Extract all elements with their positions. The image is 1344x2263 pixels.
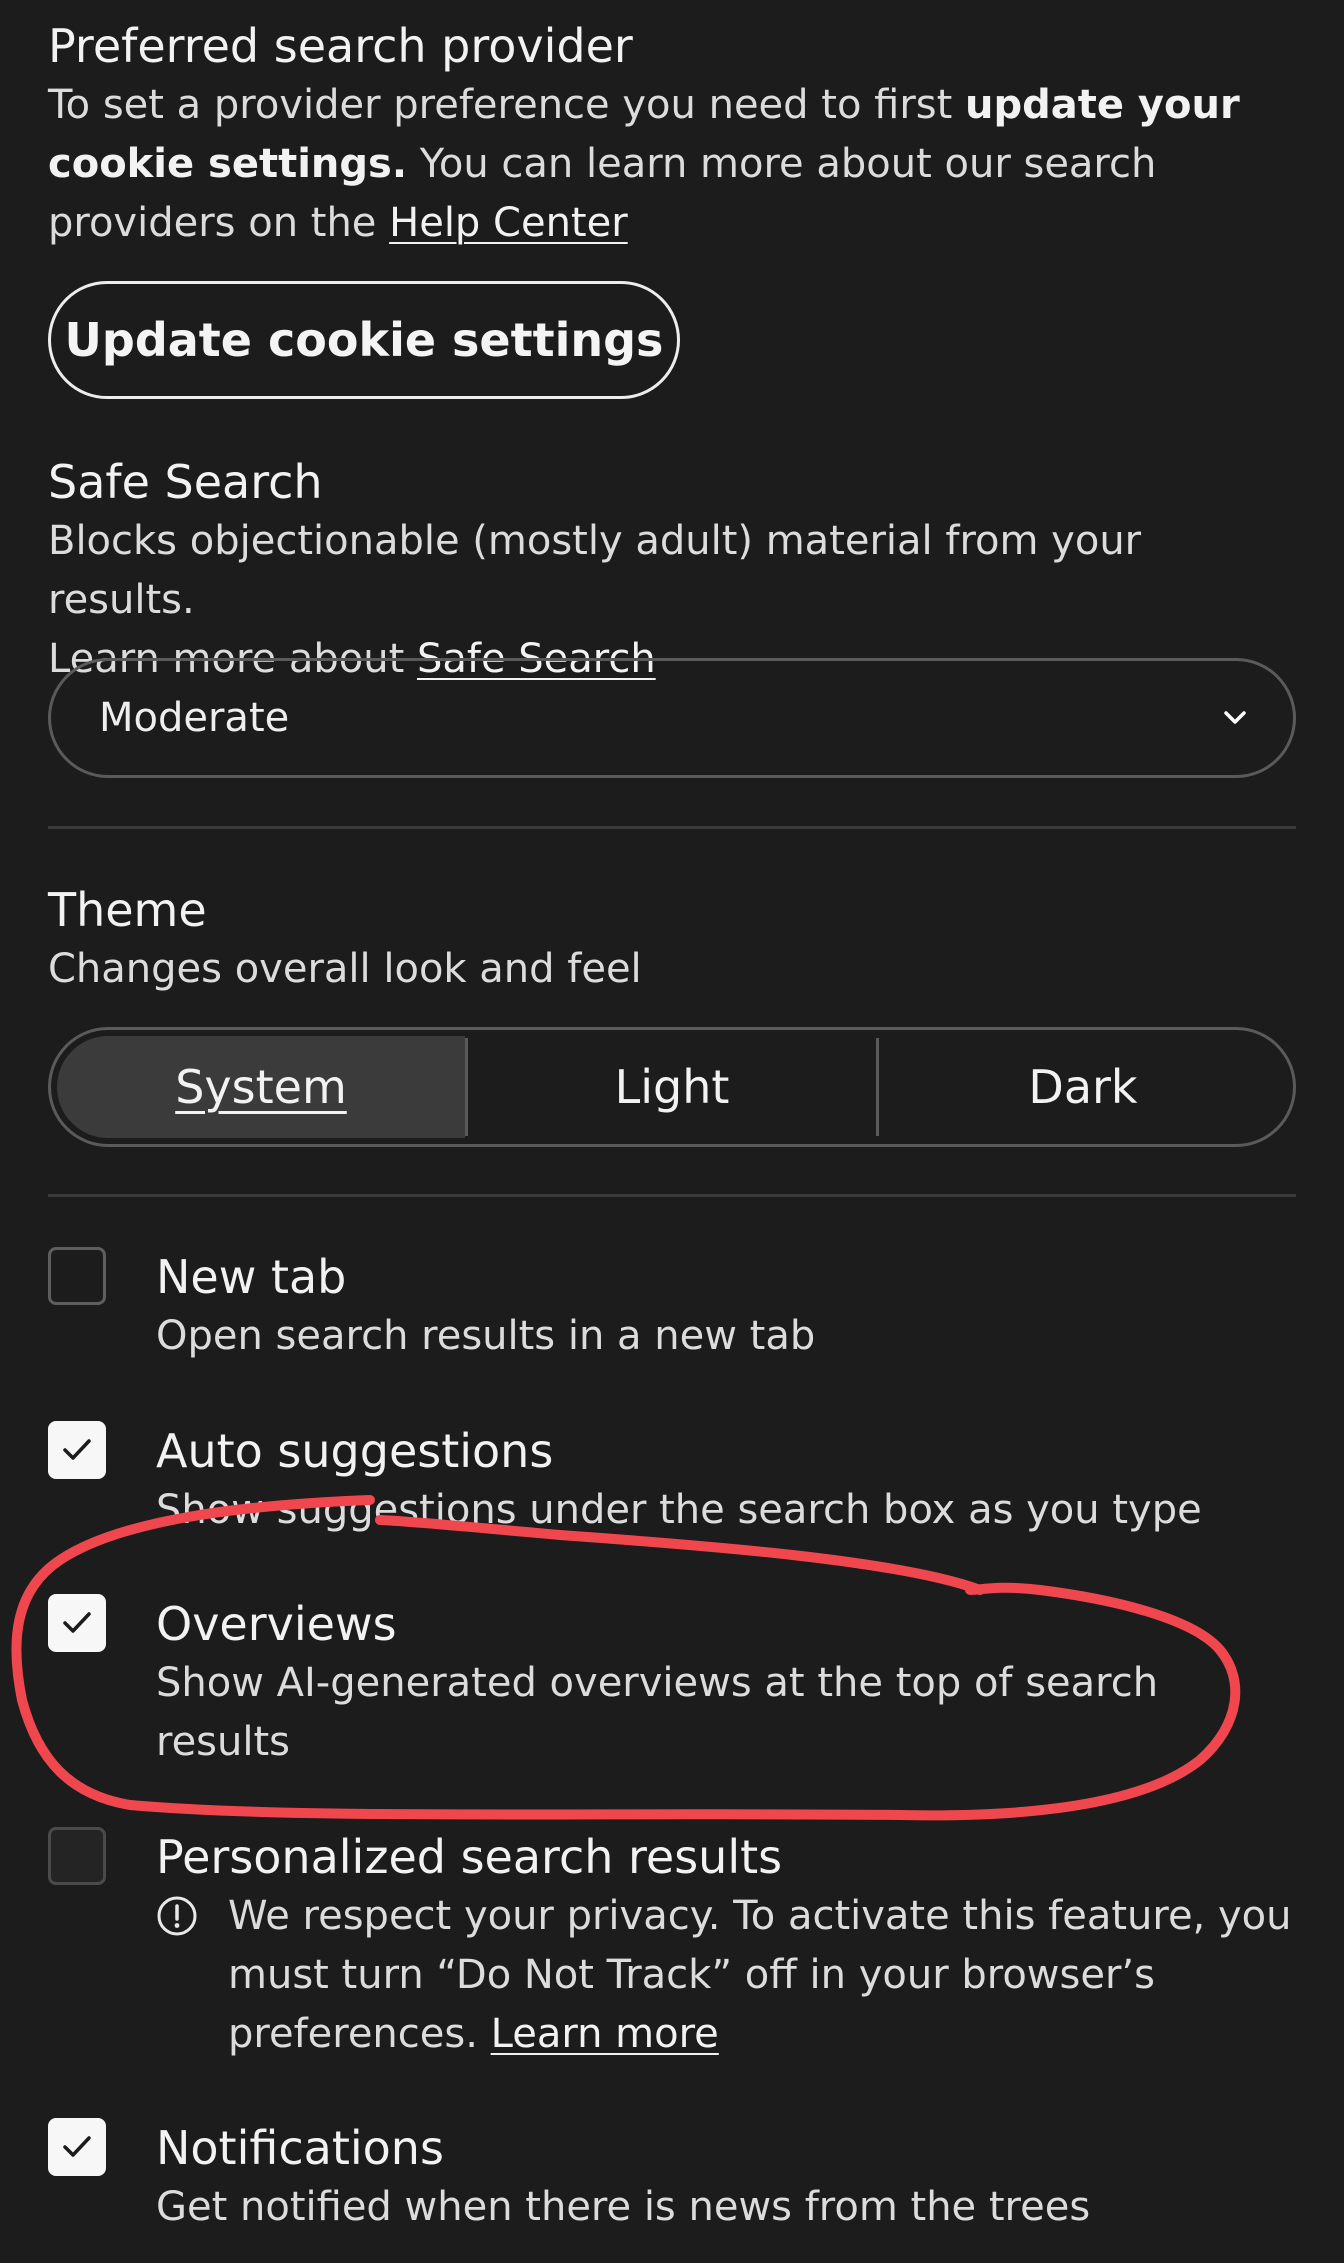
checkmark-icon [63,2136,91,2157]
info-circle-icon [157,1896,197,1936]
option-label: New tab [156,1250,347,1304]
option-overviews: Overviews Show AI-generated overviews at… [48,1594,1296,1784]
theme-selector: System Light Dark [48,1027,1296,1147]
help-center-link[interactable]: Help Center [389,200,628,246]
section-description: To set a provider preference you need to… [48,82,1240,246]
notifications-checkbox[interactable] [48,2118,106,2176]
safe-search-section: Safe Search Blocks objectionable (mostly… [48,452,1296,689]
option-description: Open search results in a new tab [156,1313,816,1359]
checkmark-icon [63,1612,91,1633]
option-description: Show suggestions under the search box as… [156,1487,1202,1533]
theme-section: Theme Changes overall look and feel [48,880,1296,999]
search-provider-section: Preferred search provider To set a provi… [48,16,1296,253]
safe-search-select[interactable]: Moderate [48,658,1296,778]
option-description: Show AI-generated overviews at the top o… [156,1660,1159,1765]
divider [48,826,1296,829]
option-label: Personalized search results [156,1830,783,1884]
divider [48,1194,1296,1197]
safe-search-selected-value: Moderate [99,695,290,741]
privacy-notice-text: We respect your privacy. To activate thi… [228,1893,1292,2057]
option-new-tab: New tab Open search results in a new tab [48,1247,1296,1377]
option-personalized-search: Personalized search results We respect y… [48,1827,1296,2077]
section-title: Safe Search [48,455,323,509]
chevron-down-icon [1224,711,1246,724]
auto-suggestions-checkbox[interactable] [48,1421,106,1479]
option-label: Auto suggestions [156,1424,554,1478]
option-label: Overviews [156,1597,397,1651]
overviews-checkbox[interactable] [48,1594,106,1652]
theme-option-system[interactable]: System [57,1036,465,1138]
option-description: Get notified when there is news from the… [156,2184,1091,2230]
section-title: Theme [48,883,207,937]
theme-option-light[interactable]: Light [468,1036,876,1138]
update-cookie-settings-button[interactable]: Update cookie settings [48,281,680,399]
section-description: Changes overall look and feel [48,946,642,992]
option-notifications: Notifications Get notified when there is… [48,2118,1296,2248]
option-auto-suggestions: Auto suggestions Show suggestions under … [48,1421,1296,1551]
new-tab-checkbox[interactable] [48,1247,106,1305]
section-title: Preferred search provider [48,19,633,73]
personalized-search-checkbox[interactable] [48,1827,106,1885]
learn-more-link[interactable]: Learn more [491,2011,719,2057]
privacy-notice: We respect your privacy. To activate thi… [156,1887,1296,2064]
checkmark-icon [63,1439,91,1460]
theme-option-dark[interactable]: Dark [879,1036,1287,1138]
option-label: Notifications [156,2121,444,2175]
